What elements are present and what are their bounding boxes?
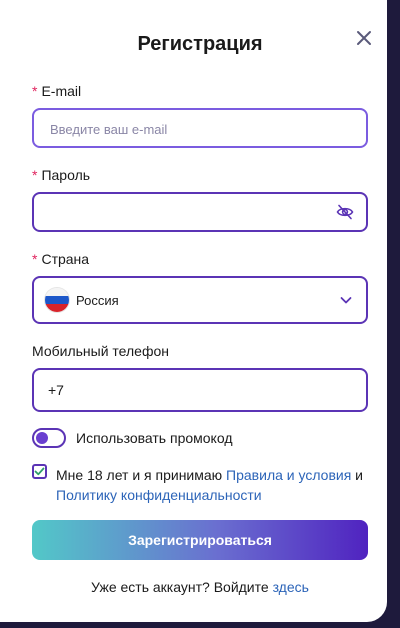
chevron-down-icon[interactable] <box>340 294 352 306</box>
phone-input[interactable]: +7 <box>48 382 64 398</box>
phone-field[interactable]: +7 <box>32 368 368 412</box>
country-value: Россия <box>76 293 119 308</box>
modal-title: Регистрация <box>137 33 263 55</box>
promo-toggle[interactable] <box>32 428 66 448</box>
eye-off-icon[interactable] <box>336 204 354 220</box>
terms-prefix: Мне 18 лет и я принимаю <box>56 467 227 483</box>
password-input[interactable] <box>48 194 332 232</box>
register-button[interactable]: Зарегистрироваться <box>32 520 368 560</box>
email-field[interactable] <box>32 108 368 148</box>
login-prompt-text: Уже есть аккаунт? Войдите <box>91 579 273 595</box>
required-mark: * <box>32 167 38 183</box>
email-label: * E-mail <box>32 83 81 99</box>
close-icon[interactable] <box>354 28 374 48</box>
russia-flag-icon <box>45 288 69 312</box>
rules-link[interactable]: Правила и условия <box>226 467 351 483</box>
required-mark: * <box>32 83 38 99</box>
required-mark: * <box>32 251 38 267</box>
privacy-link[interactable]: Политику конфиденциальности <box>56 487 262 503</box>
checkmark-icon <box>34 467 45 476</box>
registration-modal: Регистрация *E-mail *Пароль *Страна Росс… <box>0 0 387 622</box>
country-label: * Страна <box>32 251 89 267</box>
terms-middle: и <box>351 467 364 483</box>
country-label-text: Страна <box>41 251 90 267</box>
country-select[interactable]: Россия <box>32 276 368 324</box>
login-link[interactable]: здесь <box>273 579 309 595</box>
password-label: * Пароль <box>32 167 90 183</box>
promo-label: Использовать промокод <box>76 430 233 446</box>
password-field[interactable] <box>32 192 368 232</box>
terms-checkbox[interactable] <box>32 464 47 479</box>
email-label-text: E-mail <box>41 83 82 99</box>
email-input[interactable] <box>48 110 332 148</box>
terms-text: Мне 18 лет и я принимаю Правила и услови… <box>56 465 376 505</box>
phone-label: Мобильный телефон <box>32 343 169 359</box>
password-label-text: Пароль <box>41 167 91 183</box>
toggle-knob <box>36 432 48 444</box>
login-prompt: Уже есть аккаунт? Войдите здесь <box>0 579 400 595</box>
